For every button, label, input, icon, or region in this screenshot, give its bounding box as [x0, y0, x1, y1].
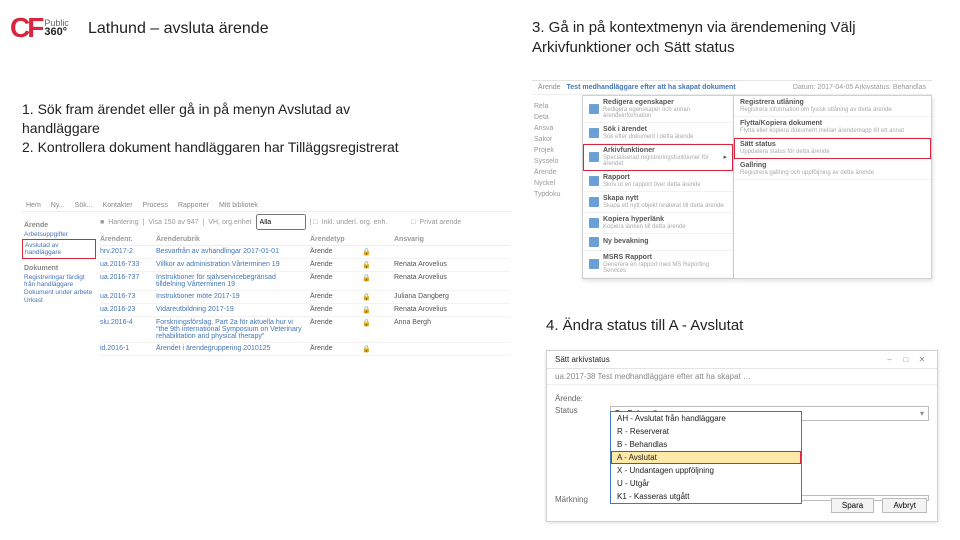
status-option[interactable]: R - Reserverat	[611, 425, 801, 438]
top-tab[interactable]: Hem	[26, 202, 41, 209]
status-option[interactable]: B - Behandlas	[611, 438, 801, 451]
menu-item[interactable]: Skapa nyttSkapa ett nytt objekt relatera…	[583, 192, 733, 213]
menu-item[interactable]: MSRS RapportGenerera en rapport med MS R…	[583, 251, 733, 278]
detail-label: Ansva	[534, 125, 580, 132]
case-date: Datum: 2017-04-05 Arkivstatus: Behandlas	[793, 84, 926, 91]
submenu-item[interactable]: GallringRegistrera gallring och uppföljn…	[734, 159, 931, 180]
logo-mark: CF	[10, 12, 41, 44]
sidebar-item-selected[interactable]: Avslutad av handläggare	[22, 239, 96, 259]
detail-label: Projek	[534, 147, 580, 154]
filter-input[interactable]	[256, 214, 306, 230]
close-icon[interactable]: ✕	[915, 355, 929, 364]
dialog-title: Sätt arkivstatus	[555, 355, 610, 364]
field-label: Märkning	[555, 495, 610, 504]
table-header: Ärendenr.ÄrenderubrikÄrendetypAnsvarig	[100, 234, 510, 246]
step-1-2-text: 1. Sök fram ärendet eller gå in på menyn…	[22, 100, 402, 157]
minimize-icon[interactable]: –	[883, 355, 897, 364]
table-row[interactable]: ua.2016-733 Villkor av administration Vå…	[100, 259, 510, 272]
detail-label: Typdoku	[534, 191, 580, 198]
detail-label: Rela	[534, 103, 580, 110]
menu-item[interactable]: Kopiera hyperlänkKopiera länken till det…	[583, 213, 733, 234]
top-tab[interactable]: Rapporter	[178, 202, 209, 209]
table-row[interactable]: slu.2016-4 Forskningsförslag. Part 2a fö…	[100, 317, 510, 343]
menu-icon	[589, 176, 599, 186]
status-option[interactable]: U - Utgår	[611, 477, 801, 490]
sidebar-item[interactable]: Registreringar färdigt från handläggare	[24, 274, 94, 288]
status-dropdown: AH - Avslutat från handläggareR - Reserv…	[610, 411, 802, 504]
logo: CF Public 360°	[10, 12, 69, 44]
menu-icon	[589, 152, 599, 162]
screenshot-list-view: Hem Ny... Sök... Kontakter Process Rapporter M…	[22, 200, 512, 430]
menu-item[interactable]: Sök i ärendetSök efter dokument i detta …	[583, 123, 733, 144]
detail-label: Nyckel	[534, 180, 580, 187]
maximize-icon[interactable]: □	[899, 355, 913, 364]
sidebar-header: Dokument	[24, 265, 94, 272]
sidebar-header: Ärende	[24, 222, 94, 229]
menu-icon	[589, 259, 599, 269]
step-4-text: 4. Ändra status till A - Avslutat	[546, 316, 926, 336]
filter-bar: ■Hantering| Visa 150 av 947| VH, org.enh…	[100, 214, 510, 230]
top-tab[interactable]: Mitt bibliotek	[219, 202, 258, 209]
status-option[interactable]: AH - Avslutat från handläggare	[611, 412, 801, 425]
submenu-item[interactable]: Sätt statusUppdatera status för detta är…	[734, 138, 931, 159]
context-menu: Redigera egenskaperRedigera egenskaper o…	[582, 95, 734, 279]
case-title: Test medhandläggare efter att ha skapat …	[567, 84, 736, 91]
table-row[interactable]: ua.2016-23 Vidareutbildning 2017-19 Ären…	[100, 304, 510, 317]
cancel-button[interactable]: Avbryt	[882, 498, 927, 513]
submenu-item[interactable]: Flytta/Kopiera dokumentFlytta eller kopi…	[734, 117, 931, 138]
top-tab[interactable]: Process	[143, 202, 168, 209]
save-button[interactable]: Spara	[831, 498, 874, 513]
sidebar: Ärende Arbetsuppgifter Avslutad av handl…	[22, 212, 98, 358]
submenu-item[interactable]: Registrera utlåningRegistrera informatio…	[734, 96, 931, 117]
detail-label: Ärende	[534, 169, 580, 176]
menu-icon	[589, 104, 599, 114]
table-row[interactable]: hrv.2017-2 Besvarfrån av avhandlingar 20…	[100, 246, 510, 259]
dialog-breadcrumb: ua.2017-38 Test medhandläggare efter att…	[547, 369, 937, 385]
screenshot-status-dialog: Sätt arkivstatus – □ ✕ ua.2017-38 Test m…	[546, 350, 938, 522]
field-label: Status	[555, 406, 610, 415]
menu-icon	[589, 218, 599, 228]
detail-label: Deta	[534, 114, 580, 121]
step-3-text: 3. Gå in på kontextmenyn via ärendemenin…	[532, 18, 932, 59]
sidebar-item[interactable]: Dokument under arbete	[24, 289, 94, 296]
top-tab[interactable]: Sök...	[75, 202, 93, 209]
top-tab[interactable]: Ny...	[51, 202, 65, 209]
menu-icon	[589, 197, 599, 207]
menu-item[interactable]: ArkivfunktionerSpecialiserad registrerin…	[583, 144, 733, 171]
menu-item[interactable]: Redigera egenskaperRedigera egenskaper o…	[583, 96, 733, 123]
sidebar-item[interactable]: Urkast	[24, 297, 94, 304]
sidebar-item[interactable]: Arbetsuppgifter	[24, 231, 94, 238]
top-tabs: Hem Ny... Sök... Kontakter Process Rapporter M…	[22, 200, 512, 212]
detail-label: Sakor	[534, 136, 580, 143]
status-option[interactable]: K1 - Kasseras utgått	[611, 490, 801, 503]
menu-icon	[589, 128, 599, 138]
table-row[interactable]: ua.2016-737 Instruktioner för självservi…	[100, 272, 510, 291]
logo-badge: Public 360°	[44, 19, 69, 37]
table-row[interactable]: id.2016-1 Ärendet i ärendegruppering 201…	[100, 343, 510, 356]
table-row[interactable]: ua.2016-73 Instruktioner möte 2017-19 Är…	[100, 291, 510, 304]
field-label: Ärende:	[555, 394, 610, 403]
context-submenu: Registrera utlåningRegistrera informatio…	[734, 95, 932, 279]
menu-item[interactable]: Ny bevakning	[583, 234, 733, 251]
menu-icon	[589, 237, 599, 247]
detail-label: Sysselo	[534, 158, 580, 165]
case-label: Ärende	[538, 84, 561, 91]
status-option[interactable]: X - Undantagen uppföljning	[611, 464, 801, 477]
menu-item[interactable]: RapportSkriv ut en rapport över detta är…	[583, 171, 733, 192]
page-title: Lathund – avsluta ärende	[88, 20, 269, 38]
screenshot-context-menu: Ärende Test medhandläggare efter att ha …	[532, 80, 932, 291]
status-option[interactable]: A - Avslutat	[611, 451, 801, 464]
top-tab[interactable]: Kontakter	[103, 202, 133, 209]
